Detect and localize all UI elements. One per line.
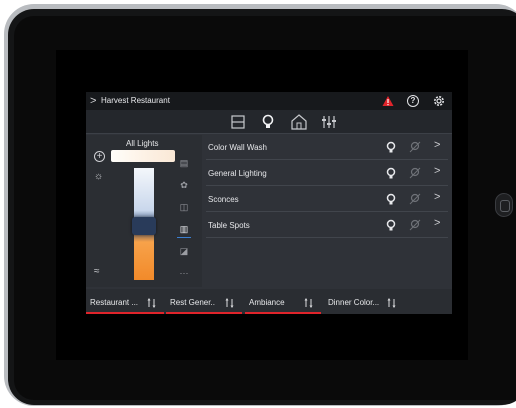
lights-list: Color Wall Wash > General Lighting > Sco…	[202, 135, 452, 287]
scene-active-indicator	[86, 312, 164, 314]
lightbulb-off-icon[interactable]	[408, 140, 422, 154]
all-lights-label: All Lights	[126, 139, 159, 148]
layout-icon[interactable]	[228, 113, 248, 131]
scene-label: Rest Gener..	[170, 298, 215, 307]
lightbulb-on-icon[interactable]	[384, 166, 398, 180]
swatch-alt-icon[interactable]: ◪	[178, 245, 190, 257]
gear-icon[interactable]	[432, 94, 446, 108]
light-row[interactable]: Table Spots >	[206, 213, 448, 238]
scene-button[interactable]: Rest Gener..	[166, 292, 242, 314]
warning-icon[interactable]	[382, 95, 394, 107]
lightbulb-icon[interactable]	[258, 113, 278, 131]
home-icon[interactable]	[289, 113, 309, 131]
scene-label: Dinner Color...	[328, 298, 380, 307]
light-label: Sconces	[208, 195, 239, 204]
light-label: Table Spots	[208, 221, 250, 230]
slider-thumb[interactable]	[132, 217, 156, 235]
scene-label: Ambiance	[249, 298, 285, 307]
more-icon[interactable]: ···	[178, 267, 190, 279]
main-tabs	[86, 110, 452, 134]
light-row[interactable]: Sconces >	[206, 187, 448, 212]
sliders-icon[interactable]	[319, 113, 339, 131]
scene-active-indicator	[166, 312, 242, 314]
scene-bar: Restaurant ... Rest Gener.. Ambiance Din…	[86, 289, 452, 314]
lamp-icon[interactable]: ▥	[177, 223, 191, 238]
mode-icons: ▤ ✿ ◫ ▥ ◪ ···	[177, 157, 198, 281]
light-row[interactable]: Color Wall Wash >	[206, 135, 448, 160]
lightbulb-on-icon[interactable]	[384, 192, 398, 206]
chevron-right-icon[interactable]: >	[434, 165, 440, 177]
app-title[interactable]: Harvest Restaurant	[101, 96, 170, 105]
scene-button[interactable]: Dinner Color...	[324, 292, 404, 314]
title-chevron-icon[interactable]: >	[90, 95, 96, 107]
scene-adjust-icon[interactable]	[303, 297, 315, 309]
lightbulb-off-icon[interactable]	[408, 166, 422, 180]
scene-label: Restaurant ...	[90, 298, 139, 307]
lightbulb-on-icon[interactable]	[384, 140, 398, 154]
lightbulb-off-icon[interactable]	[408, 218, 422, 232]
color-preview-bar[interactable]	[111, 150, 175, 162]
lightbulb-off-icon[interactable]	[408, 192, 422, 206]
chevron-right-icon[interactable]: >	[434, 191, 440, 203]
light-label: General Lighting	[208, 169, 267, 178]
light-label: Color Wall Wash	[208, 143, 267, 152]
scene-active-indicator	[245, 312, 321, 314]
light-row[interactable]: General Lighting >	[206, 161, 448, 186]
bulb-group-icon[interactable]: ▤	[178, 157, 190, 169]
palette-icon[interactable]: ✿	[178, 179, 190, 191]
lighting-app: > Harvest Restaurant ? All Lights + ☼ ≈ …	[86, 92, 452, 314]
all-lights-panel: All Lights + ☼ ≈ ▤ ✿ ◫ ▥ ◪ ···	[86, 135, 202, 287]
scene-button[interactable]: Ambiance	[245, 292, 321, 314]
add-icon[interactable]: +	[94, 151, 105, 162]
title-bar: > Harvest Restaurant ?	[86, 92, 452, 110]
chevron-right-icon[interactable]: >	[434, 217, 440, 229]
home-button[interactable]	[495, 193, 513, 217]
dim-sun-icon: ≈	[94, 266, 100, 277]
scene-adjust-icon[interactable]	[224, 297, 236, 309]
scene-adjust-icon[interactable]	[386, 297, 398, 309]
scene-adjust-icon[interactable]	[146, 297, 158, 309]
scene-button[interactable]: Restaurant ...	[86, 292, 164, 314]
swatch-icon[interactable]: ◫	[178, 201, 190, 213]
help-icon[interactable]: ?	[407, 95, 419, 107]
chevron-right-icon[interactable]: >	[434, 139, 440, 151]
lightbulb-on-icon[interactable]	[384, 218, 398, 232]
bright-sun-icon: ☼	[94, 171, 104, 182]
